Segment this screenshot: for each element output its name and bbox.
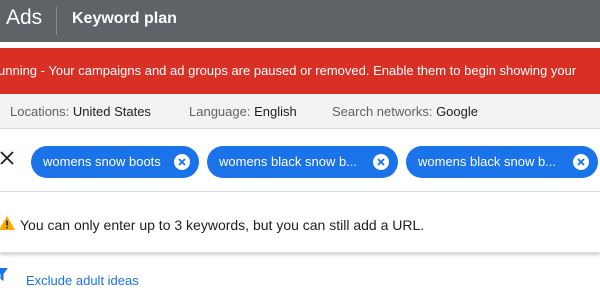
keyword-chip-label: womens snow boots: [43, 154, 161, 169]
exclude-adult-ideas-link[interactable]: Exclude adult ideas: [26, 273, 139, 288]
filter-funnel-icon: [0, 268, 8, 281]
filter-networks-value: Google: [436, 104, 478, 119]
cancel-circle-icon[interactable]: [372, 153, 390, 171]
close-icon[interactable]: [0, 150, 14, 166]
filter-language-value: English: [254, 104, 297, 119]
warning-triangle-icon: [0, 216, 15, 230]
cancel-circle-icon[interactable]: [572, 153, 590, 171]
page-title: Keyword plan: [72, 10, 177, 27]
keyword-chip-label: womens black snow b...: [219, 154, 358, 169]
alert-message: unning - Your campaigns and ad groups ar…: [0, 63, 577, 78]
warning-message: You can only enter up to 3 keywords, but…: [20, 217, 425, 233]
filter-search-networks[interactable]: Search networks: Google: [332, 104, 478, 119]
filter-language-label: Language:: [189, 104, 251, 119]
paused-campaigns-alert: unning - Your campaigns and ad groups ar…: [0, 48, 600, 94]
filter-networks-label: Search networks:: [332, 104, 433, 119]
keyword-chip[interactable]: womens black snow b...: [406, 146, 598, 178]
keyword-chip[interactable]: womens black snow b...: [207, 146, 398, 178]
keyword-chip-label: womens black snow b...: [418, 154, 557, 169]
filter-language[interactable]: Language: English: [189, 104, 297, 119]
filter-locations-value: United States: [72, 104, 151, 119]
keyword-chip[interactable]: womens snow boots: [31, 146, 199, 178]
filter-locations[interactable]: Locations: United States: [10, 104, 151, 119]
cancel-circle-icon[interactable]: [173, 153, 191, 171]
top-app-bar: Ads Keyword plan: [0, 0, 600, 42]
app-name[interactable]: Ads: [6, 6, 42, 30]
filter-locations-label: Locations:: [10, 104, 70, 119]
targeting-filters: Locations: United States Language: Engli…: [0, 94, 600, 129]
header-divider: [56, 7, 57, 35]
